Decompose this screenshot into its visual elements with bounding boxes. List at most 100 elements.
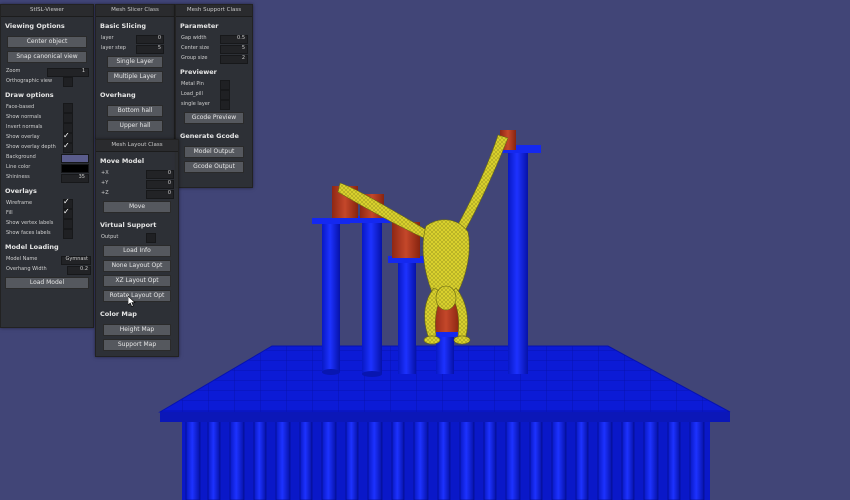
z-row: +Z 0	[96, 188, 178, 199]
rotate-layout-opt-button[interactable]: Rotate Layout Opt	[103, 290, 171, 302]
background-label: Background	[6, 154, 36, 160]
x-value: 0	[167, 169, 171, 176]
mouse-cursor-icon	[128, 296, 136, 307]
center-size-value: 5	[241, 44, 245, 51]
checkmark-icon: ✓	[63, 141, 70, 150]
single-layer-checkbox[interactable]	[220, 100, 230, 110]
show-overlay-depth-label: Show overlay depth	[6, 144, 56, 150]
single-layer-label: single layer	[181, 101, 210, 107]
single-layer-row: single layer	[176, 99, 252, 110]
upper-hall-button[interactable]: Upper hall	[107, 120, 163, 132]
center-size-label: Center size	[181, 45, 210, 51]
metal-pin-label: Metal Pin	[181, 81, 204, 87]
wireframe-label: Wireframe	[6, 200, 33, 206]
y-row: +Y 0	[96, 178, 178, 189]
shininess-row: Shininess 35	[1, 172, 93, 183]
invert-normals-label: Invert normals	[6, 124, 43, 130]
model-output-button[interactable]: Model Output	[184, 146, 244, 158]
model-name-label: Model Name	[6, 256, 38, 262]
layer-row: layer 0	[96, 33, 174, 44]
z-value: 0	[167, 189, 171, 196]
none-layout-opt-button[interactable]: None Layout Opt	[103, 260, 171, 272]
model-name-value: Gymnast	[65, 255, 88, 262]
show-overlay-label: Show overlay	[6, 134, 40, 140]
model-name-row: Model Name Gymnast	[1, 254, 93, 265]
y-label: +Y	[101, 180, 109, 186]
section-color-map: Color Map	[100, 310, 137, 318]
fill-label: Fill	[6, 210, 13, 216]
overhang-width-label: Overhang Width	[6, 266, 47, 272]
section-move-model: Move Model	[100, 157, 145, 165]
section-virtual-support: Virtual Support	[100, 221, 157, 229]
show-overlay-depth-row: Show overlay depth ✓	[1, 141, 93, 153]
single-layer-button[interactable]: Single Layer	[107, 56, 163, 68]
layer-step-row: layer step 5	[96, 43, 174, 54]
orthographic-label: Orthographic view	[6, 78, 53, 84]
faces-labels-label: Show faces labels	[6, 230, 51, 236]
section-overlays: Overlays	[5, 187, 37, 195]
mesh-layout-panel: Mesh Layout Class Move Model +X 0 +Y 0 +…	[95, 139, 179, 357]
fill-row: Fill ✓	[1, 207, 93, 219]
layer-step-label: layer step	[101, 45, 126, 51]
zoom-row: Zoom 1	[1, 66, 93, 77]
gap-width-row: Gap width 0.5	[176, 33, 252, 44]
group-size-value: 2	[241, 54, 245, 61]
section-overhang: Overhang	[100, 91, 136, 99]
checkmark-icon: ✓	[63, 197, 70, 206]
bottom-hall-button[interactable]: Bottom hall	[107, 105, 163, 117]
panel-title: Mesh Slicer Class	[96, 5, 174, 17]
overhang-width-value: 0.2	[80, 265, 88, 272]
section-parameter: Parameter	[180, 22, 219, 30]
section-generate-gcode: Generate Gcode	[180, 132, 239, 140]
orthographic-checkbox[interactable]	[63, 77, 73, 87]
section-basic-slicing: Basic Slicing	[100, 22, 147, 30]
zoom-label: Zoom	[6, 68, 21, 74]
load-model-button[interactable]: Load Model	[5, 277, 89, 289]
xz-layout-opt-button[interactable]: XZ Layout Opt	[103, 275, 171, 287]
stl-viewer-panel: StlSL-Viewer Viewing Options Center obje…	[0, 4, 94, 328]
line-color-label: Line color	[6, 164, 31, 170]
shininess-value: 35	[78, 173, 85, 180]
metal-pin-row: Metal Pin	[176, 79, 252, 90]
invert-normals-row: Invert normals	[1, 122, 93, 133]
layer-value: 0	[157, 34, 161, 41]
snap-canonical-view-button[interactable]: Snap canonical view	[7, 51, 87, 63]
orthographic-row: Orthographic view	[1, 76, 93, 87]
load-pill-label: Load_pill	[181, 91, 203, 97]
base-support-legs	[182, 419, 710, 500]
vertex-labels-row: Show vertex labels	[1, 218, 93, 229]
support-map-button[interactable]: Support Map	[103, 339, 171, 351]
x-label: +X	[101, 170, 109, 176]
show-normals-label: Show normals	[6, 114, 42, 120]
background-row: Background	[1, 152, 93, 163]
load-info-button[interactable]: Load Info	[103, 245, 171, 257]
height-map-button[interactable]: Height Map	[103, 324, 171, 336]
overhang-width-row: Overhang Width 0.2	[1, 264, 93, 275]
face-based-row: Face-based	[1, 102, 93, 113]
checkmark-icon: ✓	[63, 207, 70, 216]
section-previewer: Previewer	[180, 68, 217, 76]
output-checkbox[interactable]	[146, 233, 156, 243]
wireframe-row: Wireframe ✓	[1, 197, 93, 209]
gap-width-label: Gap width	[181, 35, 207, 41]
x-row: +X 0	[96, 168, 178, 179]
vertex-labels-label: Show vertex labels	[6, 220, 54, 226]
mesh-slicer-panel: Mesh Slicer Class Basic Slicing layer 0 …	[95, 4, 175, 140]
output-row: Output	[96, 232, 178, 243]
shininess-label: Shininess	[6, 174, 30, 180]
panel-title: Mesh Layout Class	[96, 140, 178, 152]
y-value: 0	[167, 179, 171, 186]
multiple-layer-button[interactable]: Multiple Layer	[107, 71, 163, 83]
center-object-button[interactable]: Center object	[7, 36, 87, 48]
gcode-preview-button[interactable]: Gcode Preview	[184, 112, 244, 124]
zoom-value: 1	[81, 67, 85, 74]
layer-step-value: 5	[157, 44, 161, 51]
center-size-row: Center size 5	[176, 43, 252, 54]
panel-title: Mesh Support Class	[176, 5, 252, 17]
gcode-output-button[interactable]: Gcode Output	[184, 161, 244, 173]
line-color-row: Line color	[1, 162, 93, 173]
move-button[interactable]: Move	[103, 201, 171, 213]
faces-labels-checkbox[interactable]	[63, 229, 73, 239]
layer-label: layer	[101, 35, 114, 41]
z-label: +Z	[101, 190, 109, 196]
